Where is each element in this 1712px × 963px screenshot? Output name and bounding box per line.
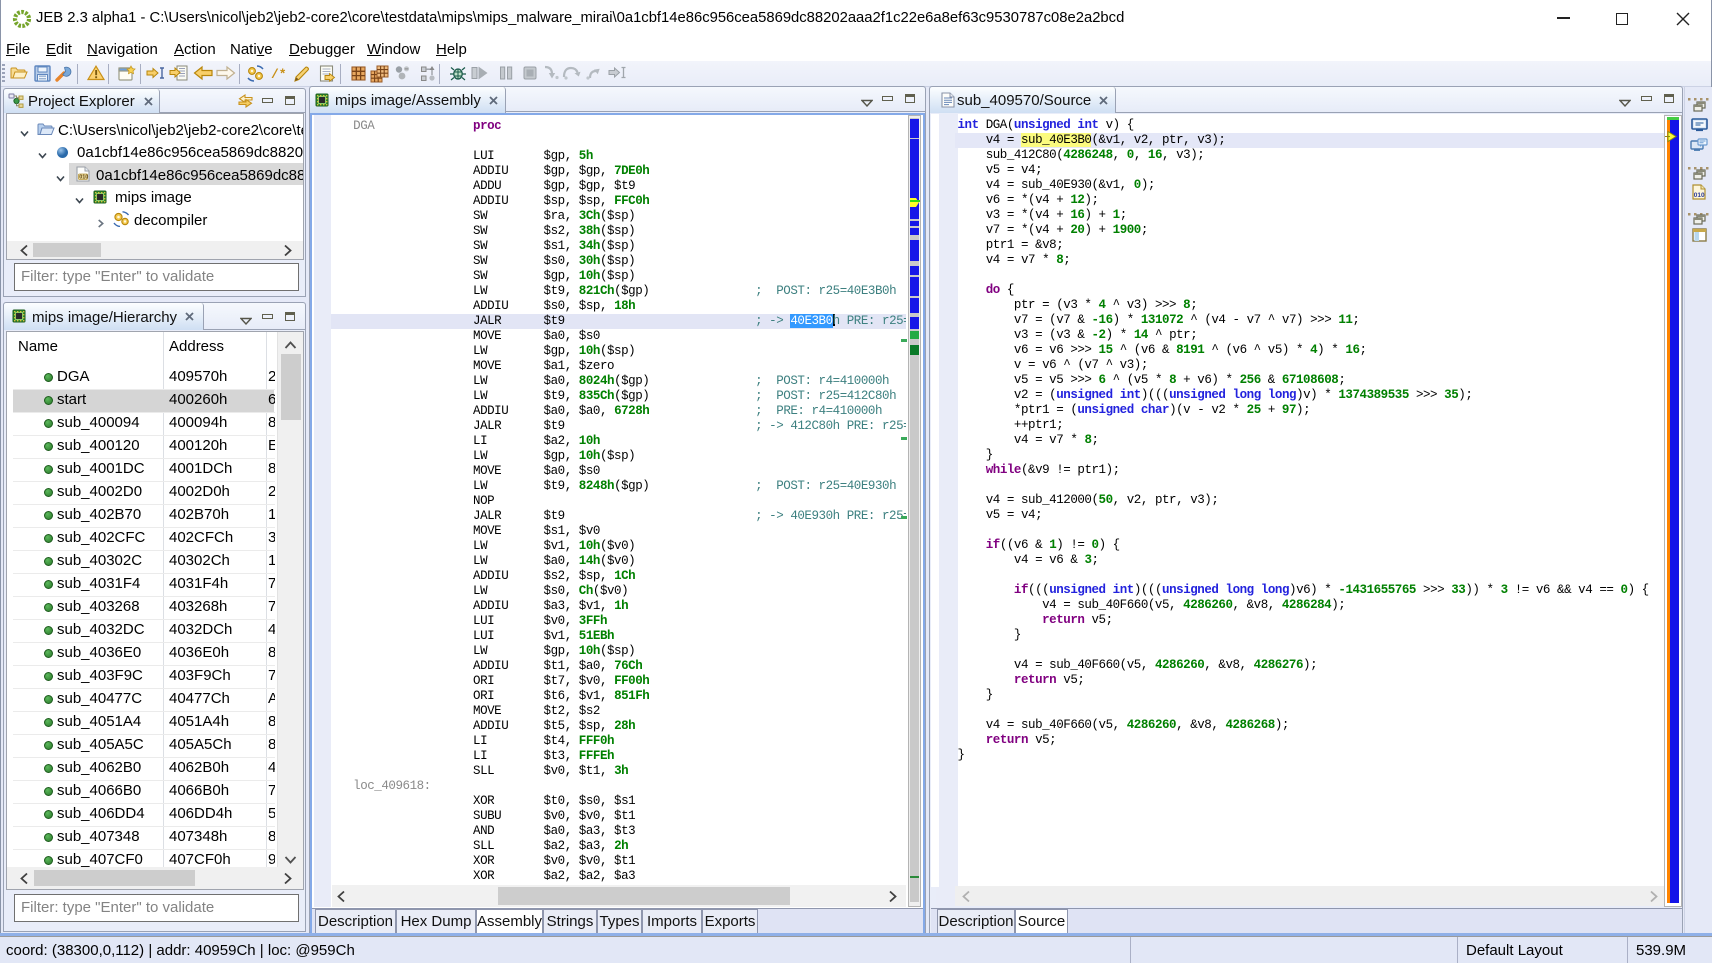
svg-text:010: 010 <box>1694 192 1705 199</box>
svg-text:/*: /* <box>271 67 287 81</box>
svg-text:010: 010 <box>79 175 88 181</box>
